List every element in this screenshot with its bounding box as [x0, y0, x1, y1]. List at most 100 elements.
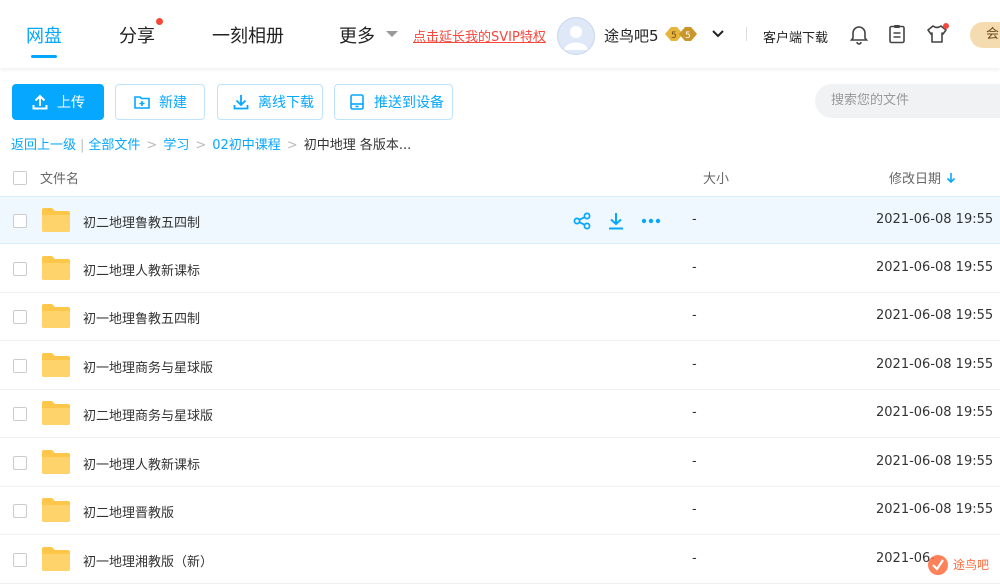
nav-active-indicator [31, 55, 57, 58]
file-size: - [692, 405, 697, 420]
folder-icon [42, 255, 70, 280]
nav-more[interactable]: 更多 [339, 22, 375, 48]
folder-icon [42, 449, 70, 474]
member-button[interactable]: 会 [970, 22, 1000, 48]
file-size: - [692, 550, 697, 566]
breadcrumb-item-middle-school[interactable]: 02初中课程 [212, 134, 281, 153]
row-checkbox[interactable] [13, 214, 27, 228]
download-icon[interactable] [606, 211, 626, 231]
folder-icon [42, 352, 70, 377]
share-icon[interactable] [572, 211, 592, 231]
watermark-logo: 途鸟吧 [928, 555, 989, 575]
row-checkbox[interactable] [13, 358, 27, 373]
level-badge-icon: 5 5 [665, 27, 697, 41]
file-size: - [692, 356, 697, 372]
offline-download-button[interactable]: 离线下载 [217, 84, 323, 120]
table-row[interactable]: 初一地理商务与星球版 - 2021-06-08 19:55 [0, 342, 1000, 390]
breadcrumb-divider: | [80, 138, 85, 153]
device-icon [350, 94, 364, 110]
file-name[interactable]: 初二地理鲁教五四制 [83, 212, 200, 231]
level-number-text-2: 5 [685, 31, 691, 41]
folder-icon [42, 498, 70, 522]
nav-album[interactable]: 一刻相册 [212, 22, 284, 48]
file-modified-date: 2021-06-08 19:55 [876, 405, 994, 420]
file-name[interactable]: 初一地理鲁教五四制 [83, 308, 200, 327]
breadcrumb-separator: > [146, 138, 158, 153]
row-checkbox[interactable] [13, 504, 27, 518]
file-size: - [692, 308, 697, 323]
folder-icon [42, 304, 70, 328]
file-name[interactable]: 初一地理人教新课标 [83, 454, 200, 473]
file-name[interactable]: 初一地理湘教版（新） [83, 551, 213, 570]
username[interactable]: 途鸟吧5 [604, 25, 659, 46]
table-row[interactable]: 初二地理商务与星球版 - 2021-06-08 19:55 [0, 390, 1000, 438]
table-row[interactable]: 初一地理湘教版（新） -2021-06- [0, 536, 1000, 584]
share-notification-dot [156, 18, 163, 25]
row-checkbox[interactable] [13, 310, 27, 324]
file-name[interactable]: 初一地理商务与星球版 [83, 357, 213, 376]
breadcrumb-separator: > [286, 138, 298, 153]
file-size: - [692, 453, 697, 469]
table-row[interactable]: 初一地理鲁教五四制 - 2021-06-08 19:55 [0, 293, 1000, 341]
push-to-device-label: 推送到设备 [374, 95, 444, 111]
caret-down-icon[interactable] [386, 31, 398, 37]
file-name[interactable]: 初二地理晋教版 [83, 502, 174, 521]
tshirt-notification-dot [943, 23, 949, 29]
bell-icon[interactable] [848, 23, 870, 45]
search-input[interactable]: 搜索您的文件 [815, 84, 1000, 118]
new-folder-label: 新建 [159, 95, 187, 111]
nav-netdisk[interactable]: 网盘 [26, 22, 62, 48]
upload-button[interactable]: 上传 [12, 84, 104, 120]
upload-icon [32, 94, 48, 110]
folder-icon [42, 401, 70, 425]
file-modified-date: 2021-06-08 19:55 [876, 308, 994, 323]
row-checkbox[interactable] [13, 552, 27, 567]
watermark-text: 途鸟吧 [953, 557, 989, 572]
row-actions [572, 211, 662, 231]
file-size: - [692, 502, 697, 517]
sort-down-arrow-icon[interactable] [945, 172, 957, 184]
level-number-text: 5 [671, 31, 677, 41]
folder-icon [42, 546, 70, 571]
push-to-device-button[interactable]: 推送到设备 [334, 84, 453, 120]
file-modified-date: 2021-06-08 19:55 [876, 356, 994, 372]
column-header-modified[interactable]: 修改日期 [889, 168, 941, 187]
folder-icon [42, 208, 70, 232]
table-row[interactable]: 初二地理晋教版 - 2021-06-08 19:55 [0, 487, 1000, 535]
client-download-link[interactable]: 客户端下载 [763, 27, 828, 46]
row-checkbox[interactable] [13, 407, 27, 421]
breadcrumb-separator: > [195, 138, 207, 153]
nav-share[interactable]: 分享 [119, 22, 155, 48]
new-folder-button[interactable]: 新建 [115, 84, 205, 120]
breadcrumb-item-all-files[interactable]: 全部文件 [88, 134, 140, 153]
table-row[interactable]: 初二地理人教新课标 - 2021-06-08 19:55 [0, 245, 1000, 293]
offline-download-label: 离线下载 [258, 95, 314, 111]
file-name[interactable]: 初二地理人教新课标 [83, 260, 200, 279]
row-checkbox[interactable] [13, 455, 27, 470]
nav-divider [746, 27, 747, 41]
user-menu-chevron-icon[interactable] [711, 27, 725, 41]
file-modified-date: 2021-06-08 19:55 [876, 212, 994, 227]
file-name[interactable]: 初二地理商务与星球版 [83, 405, 213, 424]
select-all-checkbox[interactable] [13, 171, 27, 185]
upload-label: 上传 [57, 95, 85, 111]
more-options-icon[interactable] [640, 211, 662, 231]
column-header-name[interactable]: 文件名 [40, 168, 79, 187]
table-row[interactable]: 初二地理鲁教五四制 - 2021-06-08 19:55 [0, 196, 1000, 244]
row-checkbox[interactable] [13, 261, 27, 276]
column-header-size[interactable]: 大小 [703, 168, 729, 187]
breadcrumb: 返回上一级 | 全部文件 > 学习 >02初中课程 > 初中地理 各版本... [11, 134, 411, 153]
file-modified-date: 2021-06-08 19:55 [876, 453, 994, 469]
table-row[interactable]: 初一地理人教新课标 - 2021-06-08 19:55 [0, 439, 1000, 487]
breadcrumb-item-study[interactable]: 学习 [163, 134, 189, 153]
file-table-header: 文件名 大小 修改日期 [0, 160, 1000, 194]
svip-renew-link[interactable]: 点击延长我的SVIP特权 [413, 26, 546, 45]
file-size: - [692, 212, 697, 227]
avatar[interactable] [557, 17, 595, 55]
file-modified-date: 2021-06-08 19:55 [876, 502, 994, 517]
clipboard-icon[interactable] [886, 23, 908, 45]
top-nav-bar: 网盘 分享 一刻相册 更多 点击延长我的SVIP特权 途鸟吧5 5 5 客户端下… [0, 0, 1000, 68]
breadcrumb-back-link[interactable]: 返回上一级 [11, 134, 76, 153]
file-size: - [692, 259, 697, 275]
breadcrumb-current: 初中地理 各版本... [303, 138, 412, 153]
